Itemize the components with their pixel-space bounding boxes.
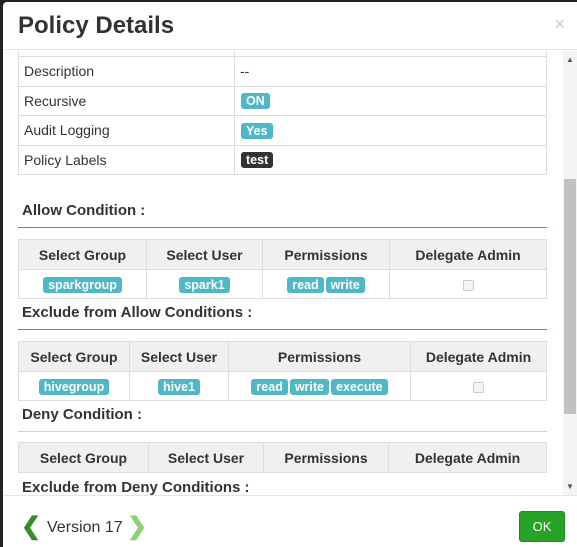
table-row: Description --: [18, 56, 547, 87]
modal-header: Policy Details ×: [3, 2, 577, 50]
col-delegate-admin: Delegate Admin: [410, 341, 547, 372]
allow-condition-heading: Allow Condition :: [22, 202, 146, 219]
allow-condition-table: Select Group Select User Permissions Delega…: [18, 239, 547, 299]
ok-button[interactable]: OK: [519, 511, 565, 542]
table-row: Recursive ON: [18, 85, 547, 116]
col-select-user: Select User: [148, 442, 264, 473]
modal-body: Description -- Recursive ON Audit Logging Y…: [3, 51, 577, 495]
scroll-down-icon[interactable]: ▼: [566, 482, 574, 491]
policy-labels-label: Policy Labels: [18, 144, 235, 175]
col-select-group: Select Group: [18, 341, 130, 372]
col-select-group: Select Group: [18, 239, 147, 270]
col-permissions: Permissions: [263, 442, 389, 473]
col-select-user: Select User: [146, 239, 263, 270]
audit-logging-label: Audit Logging: [18, 115, 235, 146]
close-icon[interactable]: ×: [554, 14, 565, 35]
delegate-admin-checkbox[interactable]: [473, 381, 484, 393]
table-row: Audit Logging Yes: [18, 115, 547, 146]
chevron-right-icon[interactable]: ❯: [127, 512, 147, 541]
version-label: Version 17: [47, 519, 123, 536]
col-delegate-admin: Delegate Admin: [388, 442, 547, 473]
group-badge: sparkgroup: [43, 276, 122, 293]
policy-details-modal: Policy Details × Description -- Recursive…: [3, 2, 577, 547]
modal-footer: ❮ Version 17 ❯ OK: [3, 495, 577, 547]
exclude-allow-heading: Exclude from Allow Conditions :: [22, 304, 253, 321]
policy-label-badge: test: [241, 152, 274, 169]
scroll-up-icon[interactable]: ▲: [566, 55, 574, 64]
col-permissions: Permissions: [262, 239, 390, 270]
permission-badge: write: [289, 378, 330, 395]
recursive-badge: ON: [241, 93, 270, 110]
audit-logging-badge: Yes: [241, 122, 273, 139]
description-label: Description: [18, 56, 235, 87]
modal-title: Policy Details: [18, 12, 175, 39]
user-badge: spark1: [179, 276, 230, 293]
group-badge: hivegroup: [38, 378, 110, 395]
deny-condition-heading: Deny Condition :: [22, 406, 142, 423]
table-row: sparkgroup spark1 read write: [18, 269, 547, 299]
permission-badge: write: [325, 276, 365, 293]
recursive-label: Recursive: [18, 85, 235, 116]
permission-badge: read: [287, 276, 324, 293]
user-badge: hive1: [158, 378, 200, 395]
exclude-allow-table: Select Group Select User Permissions Delega…: [18, 341, 547, 401]
policy-info-table: Description -- Recursive ON Audit Logging Y…: [18, 56, 547, 175]
col-select-group: Select Group: [18, 442, 149, 473]
table-row: Policy Labels test: [18, 144, 547, 175]
delegate-admin-checkbox[interactable]: [462, 279, 474, 291]
deny-condition-table: Select Group Select User Permissions Delega…: [18, 442, 547, 473]
exclude-deny-heading: Exclude from Deny Conditions :: [22, 479, 250, 495]
col-select-user: Select User: [129, 341, 229, 372]
permission-badge: execute: [331, 378, 388, 395]
col-permissions: Permissions: [228, 341, 411, 372]
table-row: hivegroup hive1 read write execute: [18, 371, 547, 401]
scrollbar[interactable]: ▲ ▼: [563, 51, 577, 495]
chevron-left-icon[interactable]: ❮: [21, 512, 41, 541]
permission-badge: read: [251, 378, 288, 395]
scrollbar-thumb[interactable]: [564, 179, 576, 414]
col-delegate-admin: Delegate Admin: [389, 239, 547, 270]
description-value: --: [234, 56, 547, 87]
